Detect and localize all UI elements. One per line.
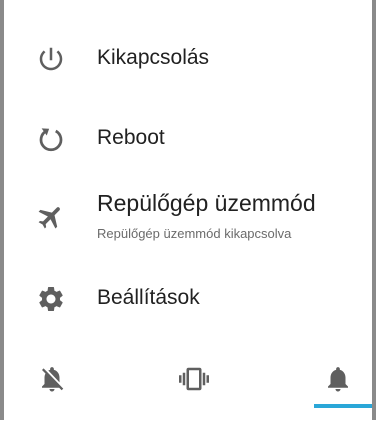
airplane-mode-status: Repülőgép üzemmód kikapcsolva bbox=[97, 226, 292, 241]
gear-icon bbox=[36, 284, 66, 314]
vibrate-mode-button[interactable] bbox=[154, 352, 234, 408]
settings-label: Beállítások bbox=[97, 286, 200, 309]
reboot-label: Reboot bbox=[97, 126, 165, 149]
global-actions-dialog: Kikapcsolás Reboot Repülőgép üzemmód Rep… bbox=[4, 0, 372, 426]
settings-item[interactable]: Beállítások bbox=[4, 270, 372, 330]
bottom-spacer bbox=[0, 420, 376, 426]
airplane-mode-label: Repülőgép üzemmód bbox=[97, 190, 316, 216]
bell-icon bbox=[328, 367, 348, 392]
bell-off-icon bbox=[42, 367, 64, 392]
sound-mode-bar bbox=[4, 352, 372, 412]
silent-mode-button[interactable] bbox=[12, 352, 92, 408]
sound-on-button[interactable] bbox=[298, 352, 376, 408]
selected-mode-indicator bbox=[314, 404, 372, 408]
reboot-item[interactable]: Reboot bbox=[4, 110, 372, 170]
power-icon bbox=[36, 44, 66, 74]
airplane-mode-item[interactable]: Repülőgép üzemmód Repülőgép üzemmód kika… bbox=[4, 180, 372, 260]
vibrate-icon bbox=[179, 367, 209, 391]
airplane-icon bbox=[36, 202, 66, 232]
reboot-icon bbox=[36, 124, 66, 154]
power-off-item[interactable]: Kikapcsolás bbox=[4, 32, 372, 92]
power-off-label: Kikapcsolás bbox=[97, 46, 210, 69]
